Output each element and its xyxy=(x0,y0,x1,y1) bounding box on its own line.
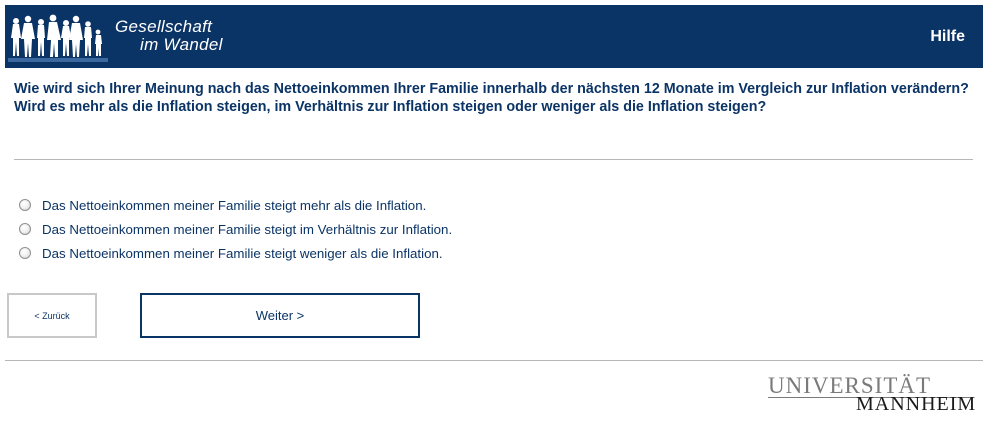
answer-option-2[interactable]: Das Nettoeinkommen meiner Familie steigt… xyxy=(19,217,452,241)
answer-option-3[interactable]: Das Nettoeinkommen meiner Familie steigt… xyxy=(19,241,452,265)
answer-options: Das Nettoeinkommen meiner Familie steigt… xyxy=(19,193,452,265)
answer-label[interactable]: Das Nettoeinkommen meiner Familie steigt… xyxy=(42,246,443,261)
answer-label[interactable]: Das Nettoeinkommen meiner Familie steigt… xyxy=(42,222,452,237)
next-button[interactable]: Weiter > xyxy=(140,293,420,338)
radio-button[interactable] xyxy=(19,223,31,235)
back-button[interactable]: < Zurück xyxy=(7,293,97,338)
help-link[interactable]: Hilfe xyxy=(930,28,965,46)
divider xyxy=(14,159,973,160)
answer-option-1[interactable]: Das Nettoeinkommen meiner Familie steigt… xyxy=(19,193,452,217)
radio-button[interactable] xyxy=(19,199,31,211)
radio-button[interactable] xyxy=(19,247,31,259)
question-text: Wie wird sich Ihrer Meinung nach das Net… xyxy=(14,81,969,115)
university-logo-bottom: MANNHEIM xyxy=(856,393,977,415)
logo-text-line2: im Wandel xyxy=(140,35,223,54)
logo-text-line1: Gesellschaft xyxy=(115,17,213,36)
footer-divider xyxy=(5,360,983,361)
people-silhouette-logo xyxy=(8,14,108,62)
answer-label[interactable]: Das Nettoeinkommen meiner Familie steigt… xyxy=(42,198,426,213)
header-bar: Gesellschaft im Wandel Hilfe xyxy=(5,5,983,68)
